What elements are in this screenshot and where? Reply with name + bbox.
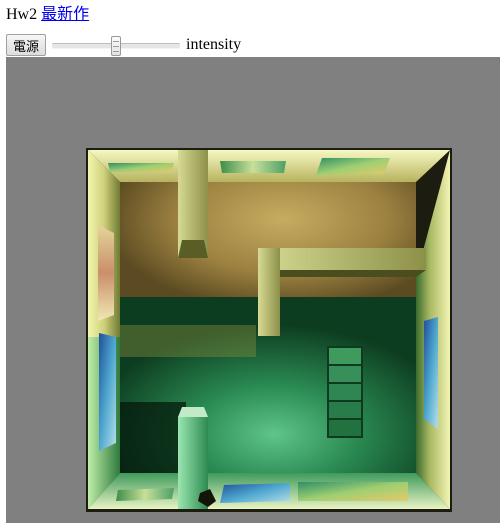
step-2 bbox=[327, 364, 363, 384]
painting-bottom-3 bbox=[298, 482, 408, 501]
slider-thumb-icon[interactable] bbox=[111, 36, 122, 56]
painting-bottom-1 bbox=[116, 488, 174, 501]
header: Hw2 最新作 bbox=[6, 5, 89, 25]
room-scene bbox=[86, 148, 452, 512]
painting-top-3 bbox=[316, 158, 390, 175]
painting-right-1 bbox=[424, 317, 438, 429]
painting-bottom-2 bbox=[220, 483, 290, 503]
step-1 bbox=[327, 346, 363, 366]
step-5 bbox=[327, 418, 363, 438]
beam-right-top bbox=[258, 248, 426, 270]
power-button[interactable]: 電源 bbox=[6, 34, 47, 56]
painting-top-2 bbox=[220, 161, 286, 173]
painting-top-1 bbox=[108, 163, 174, 172]
painting-left-1 bbox=[98, 225, 114, 321]
step-3 bbox=[327, 382, 363, 402]
controls-bar: 電源 intensity bbox=[6, 33, 241, 57]
intensity-slider[interactable] bbox=[52, 34, 181, 56]
page-title: Hw2 bbox=[6, 6, 38, 23]
step-4 bbox=[327, 400, 363, 420]
painting-left-2 bbox=[99, 333, 116, 451]
intensity-label: intensity bbox=[186, 36, 242, 53]
latest-work-link[interactable]: 最新作 bbox=[41, 6, 89, 23]
webgl-canvas[interactable] bbox=[6, 57, 500, 523]
beam-right-side bbox=[258, 248, 280, 336]
